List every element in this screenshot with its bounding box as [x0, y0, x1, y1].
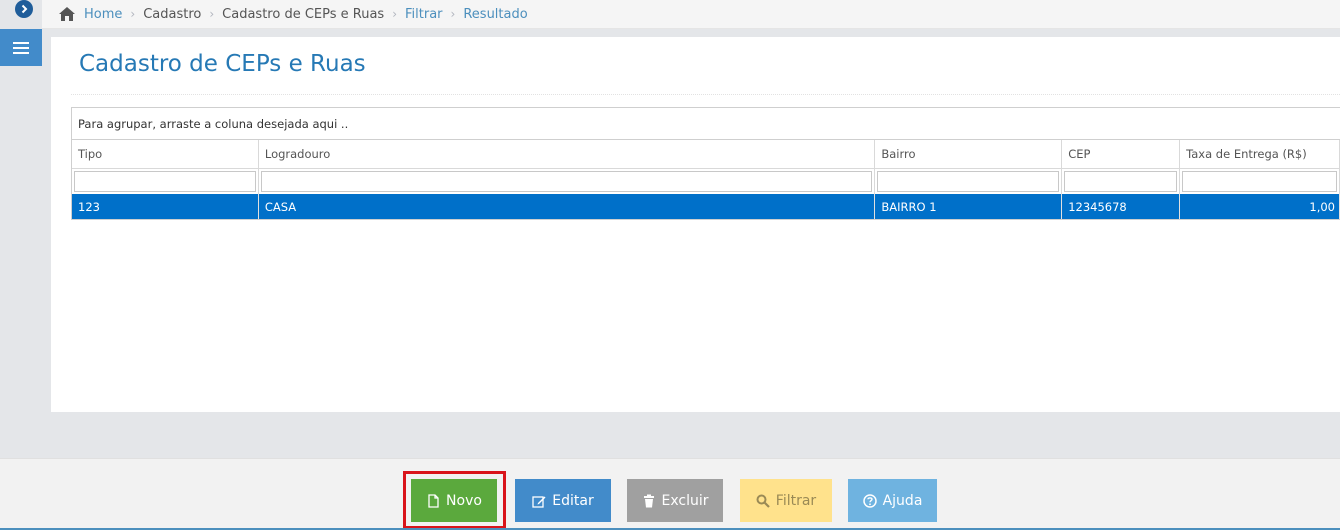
- column-header-bairro[interactable]: Bairro: [875, 140, 1063, 168]
- excluir-button[interactable]: Excluir: [627, 479, 723, 522]
- novo-button[interactable]: Novo: [411, 479, 497, 522]
- grid-filter-row: [72, 169, 1340, 194]
- data-grid: Para agrupar, arraste a coluna desejada …: [71, 107, 1340, 220]
- novo-label: Novo: [446, 492, 482, 509]
- edit-icon: [532, 495, 546, 508]
- breadcrumb-item-resultado[interactable]: Resultado: [463, 7, 527, 22]
- chevron-right-icon: ›: [130, 7, 136, 21]
- search-icon: [756, 494, 770, 508]
- breadcrumb-item-cadastro: Cadastro: [143, 6, 202, 22]
- breadcrumb-item-cadastro-ceps: Cadastro de CEPs e Ruas: [222, 6, 385, 22]
- hamburger-menu-icon: [13, 41, 29, 54]
- column-header-taxa[interactable]: Taxa de Entrega (R$): [1180, 140, 1340, 168]
- cell-cep: 12345678: [1062, 194, 1181, 219]
- filter-input-taxa[interactable]: [1182, 171, 1338, 192]
- excluir-label: Excluir: [661, 492, 709, 509]
- chevron-right-icon: ›: [450, 7, 456, 21]
- editar-label: Editar: [552, 492, 594, 509]
- cell-logradouro: CASA: [259, 194, 876, 219]
- ajuda-label: Ajuda: [882, 492, 923, 509]
- column-header-cep[interactable]: CEP: [1062, 140, 1181, 168]
- content-panel: Cadastro de CEPs e Ruas Para agrupar, ar…: [51, 37, 1340, 412]
- group-by-panel[interactable]: Para agrupar, arraste a coluna desejada …: [72, 108, 1340, 140]
- left-rail: [0, 0, 42, 458]
- column-header-logradouro[interactable]: Logradouro: [259, 140, 876, 168]
- grid-header-row: Tipo Logradouro Bairro CEP Taxa de Entre…: [72, 140, 1340, 169]
- sidebar-toggle-button[interactable]: [0, 29, 42, 66]
- filter-input-tipo[interactable]: [74, 171, 256, 192]
- filtrar-label: Filtrar: [775, 492, 817, 509]
- filtrar-button[interactable]: Filtrar: [740, 479, 832, 522]
- cell-taxa: 1,00: [1180, 194, 1340, 219]
- editar-button[interactable]: Editar: [515, 479, 611, 522]
- breadcrumb-home-link[interactable]: Home: [84, 7, 122, 22]
- home-icon[interactable]: [58, 6, 76, 22]
- page-title: Cadastro de CEPs e Ruas: [79, 51, 366, 77]
- chevron-right-circle-icon[interactable]: [15, 0, 33, 18]
- title-divider: [71, 94, 1340, 95]
- cell-bairro: BAIRRO 1: [875, 194, 1063, 219]
- table-row[interactable]: 123 CASA BAIRRO 1 12345678 1,00: [72, 194, 1340, 219]
- filter-input-bairro[interactable]: [877, 171, 1060, 192]
- ajuda-button[interactable]: Ajuda: [848, 479, 937, 522]
- action-toolbar: Novo Editar Excluir Filtrar Ajuda: [0, 458, 1340, 530]
- file-icon: [428, 493, 439, 508]
- question-circle-icon: [862, 493, 877, 508]
- filter-input-cep[interactable]: [1064, 171, 1178, 192]
- chevron-right-icon: ›: [209, 7, 215, 21]
- chevron-right-icon: ›: [392, 7, 398, 21]
- filter-input-logradouro[interactable]: [260, 171, 873, 192]
- breadcrumb-item-filtrar[interactable]: Filtrar: [405, 7, 443, 22]
- column-header-tipo[interactable]: Tipo: [72, 140, 259, 168]
- trash-icon: [643, 494, 654, 507]
- cell-tipo: 123: [72, 194, 259, 219]
- breadcrumb: Home › Cadastro › Cadastro de CEPs e Rua…: [42, 0, 1340, 29]
